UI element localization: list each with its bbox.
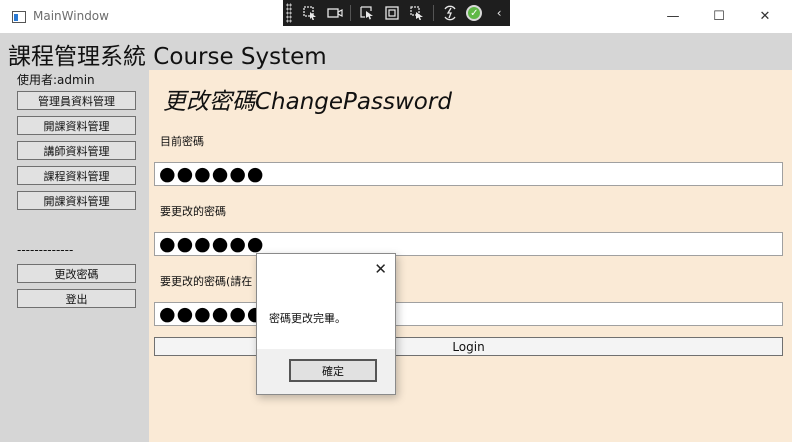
new-password-field[interactable]: ●●●●●● [154,232,783,256]
dialog-message: 密碼更改完畢。 [269,312,346,325]
current-user-label: 使用者:admin [17,73,95,87]
confirm-password-label: 要更改的密碼(請在 [160,275,253,288]
toolbar-grip-icon[interactable] [286,3,292,23]
main-content: 更改密碼ChangePassword 目前密碼 ●●●●●● 要更改的密碼 ●●… [149,70,792,442]
sidebar: 使用者:admin 管理員資料管理 開課資料管理 講師資料管理 課程資料管理 開… [0,70,149,442]
track-focus-icon[interactable] [406,3,428,23]
window-title: MainWindow [33,9,109,23]
dialog-close-button[interactable]: ✕ [374,260,387,278]
message-dialog: ✕ 密碼更改完畢。 確定 [256,253,396,395]
toolbar-separator [350,5,352,21]
app-title: 課程管理系統 Course System [8,44,327,70]
confirm-password-field[interactable]: ●●●●●● [154,302,783,326]
sidebar-item-course-offering-2[interactable]: 開課資料管理 [17,191,136,210]
page-title: 更改密碼ChangePassword [163,89,452,115]
current-password-label: 目前密碼 [160,135,204,148]
check-icon[interactable]: ✓ [464,3,486,23]
close-window-button[interactable]: ✕ [742,0,788,33]
select-visual-icon[interactable] [299,3,321,23]
sidebar-item-course-data[interactable]: 課程資料管理 [17,166,136,185]
current-password-field[interactable]: ●●●●●● [154,162,783,186]
collapse-icon[interactable]: ‹ [488,3,510,23]
toolbar-separator [432,5,434,21]
minimize-button[interactable]: — [650,0,696,33]
app-header: 課程管理系統 Course System [0,33,792,70]
maximize-button[interactable]: ☐ [696,0,742,33]
sidebar-item-admin-data[interactable]: 管理員資料管理 [17,91,136,110]
sidebar-item-course-offering[interactable]: 開課資料管理 [17,116,136,135]
select-element-icon[interactable] [356,3,378,23]
debug-toolbar: ✓ ‹ [283,0,510,26]
logout-button[interactable]: 登出 [17,289,136,308]
change-password-button[interactable]: 更改密碼 [17,264,136,283]
app-window-icon [12,11,26,23]
sidebar-item-instructor-data[interactable]: 講師資料管理 [17,141,136,160]
record-icon[interactable] [324,3,346,23]
dialog-footer: 確定 [257,349,395,394]
login-button[interactable]: Login [154,337,783,356]
dialog-ok-button[interactable]: 確定 [289,359,377,382]
sidebar-separator: ------------- [17,243,74,257]
new-password-label: 要更改的密碼 [160,205,226,218]
display-layout-icon[interactable] [381,3,403,23]
hot-reload-icon[interactable] [439,3,461,23]
